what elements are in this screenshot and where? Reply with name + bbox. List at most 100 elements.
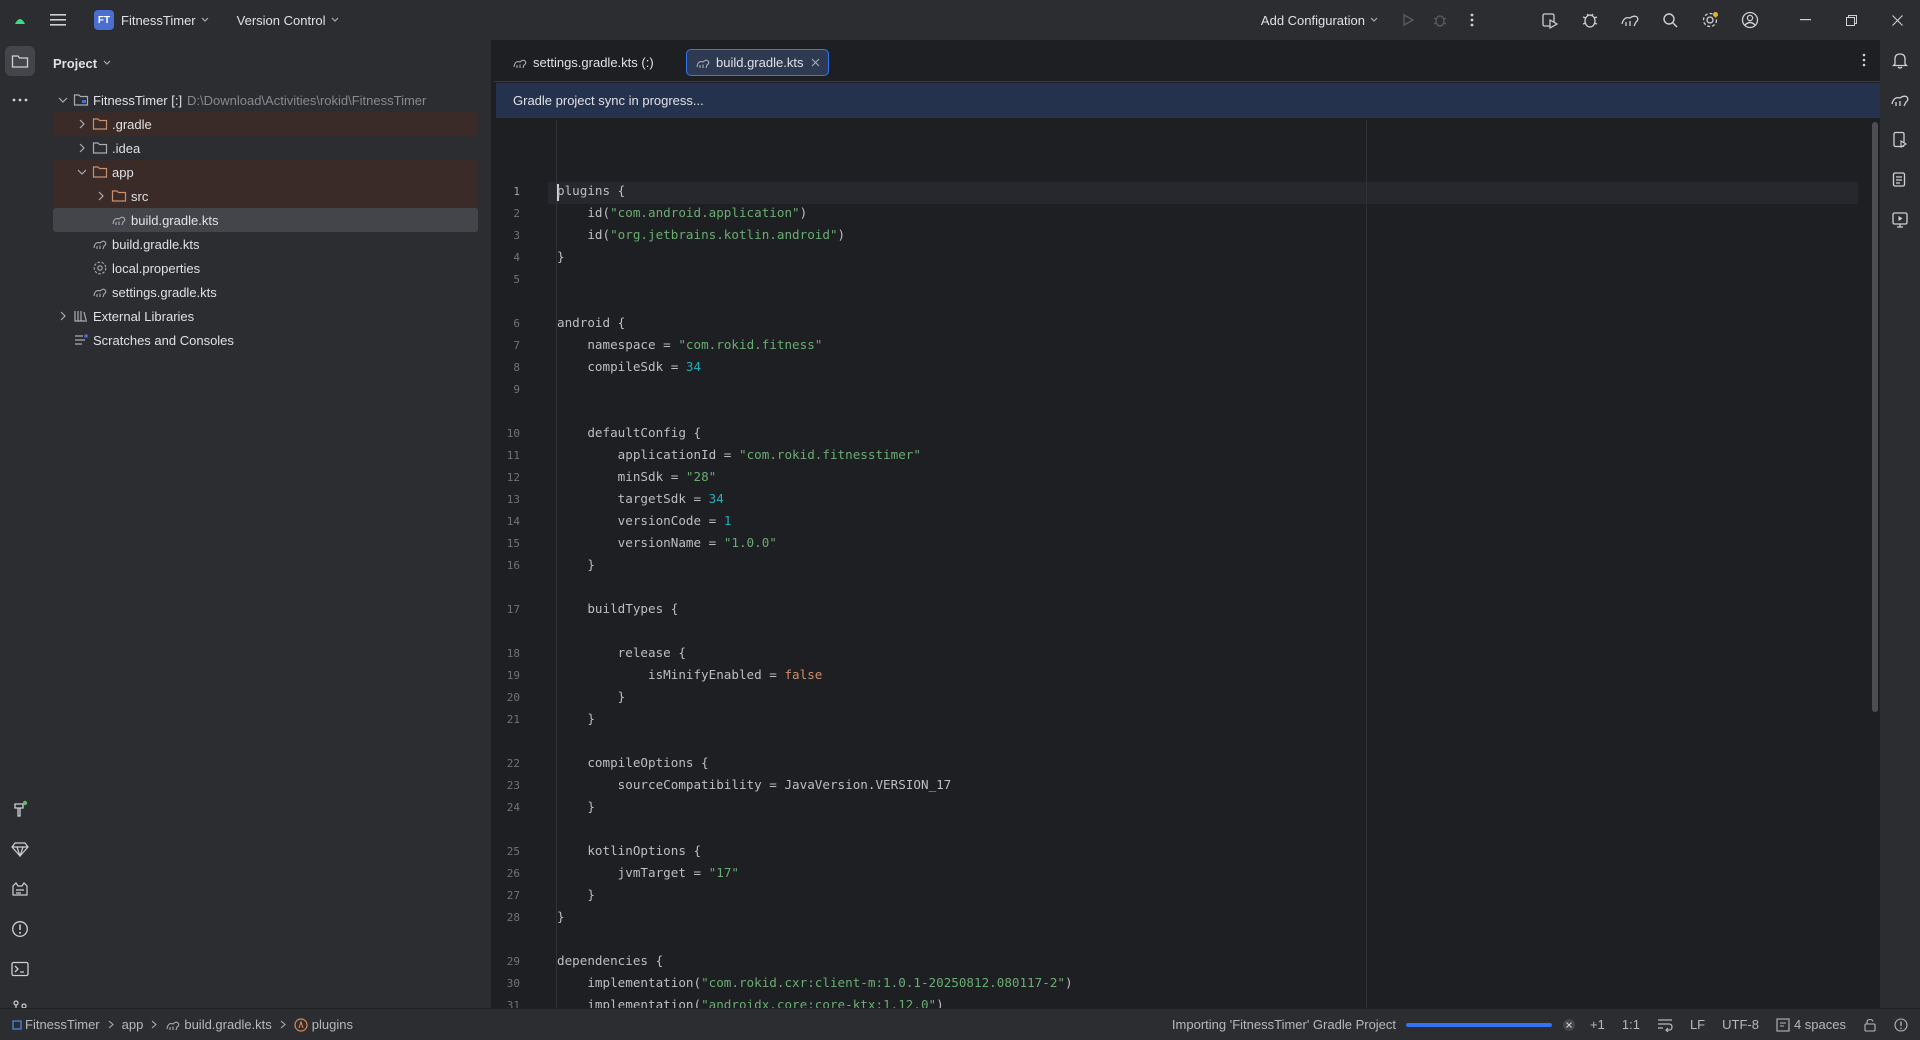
more-actions-icon[interactable] [1456,0,1488,40]
version-control-selector[interactable]: Version Control [237,6,339,34]
gemini-tool-button[interactable] [0,829,40,869]
tree-item-label: FitnessTimer [:] [93,92,183,108]
line-number: 28 [506,911,520,924]
tree-item-app-build-gradle[interactable]: build.gradle.kts [53,208,478,232]
editor-scrollbar[interactable] [1872,122,1878,712]
run-icon[interactable] [1392,0,1424,40]
line-number: 21 [506,713,520,726]
code-line: namespace = "com.rokid.fitness" [557,337,823,352]
code-line: defaultConfig { [557,425,702,440]
tree-item-app-folder[interactable]: app [53,160,478,184]
cancel-task-icon[interactable] [1562,1018,1576,1032]
device-manager-side-icon[interactable] [1880,120,1920,160]
account-icon[interactable] [1730,0,1770,40]
breadcrumb-item[interactable]: plugins [312,1017,353,1032]
line-number: 13 [506,493,520,506]
tree-item-scratches[interactable]: Scratches and Consoles [53,328,478,352]
logcat-tool-button[interactable] [0,869,40,909]
debug-icon[interactable] [1424,0,1456,40]
problems-indicator-icon[interactable] [1894,1017,1908,1032]
problems-tool-button[interactable] [0,909,40,949]
minimize-window-icon[interactable] [1782,0,1828,40]
code-line: compileSdk = 34 [557,359,702,374]
terminal-tool-button[interactable] [0,949,40,989]
indent-settings[interactable]: 4 spaces [1776,1017,1846,1032]
tree-item-root-build-gradle[interactable]: build.gradle.kts [53,232,478,256]
code-line: applicationId = "com.rokid.fitnesstimer" [557,447,921,462]
background-task[interactable]: Importing 'FitnessTimer' Gradle Project [1172,1017,1590,1032]
tree-item-local-properties[interactable]: local.properties [53,256,478,280]
folder-icon [11,55,29,68]
tab-build-gradle[interactable]: build.gradle.kts [686,49,830,76]
line-number: 4 [513,251,520,264]
tree-item-settings-gradle[interactable]: settings.gradle.kts [53,280,478,304]
gradle-tool-icon[interactable] [1880,80,1920,120]
chevron-down-icon[interactable] [74,164,90,180]
restore-window-icon[interactable] [1828,0,1874,40]
tree-item-external-libraries[interactable]: External Libraries [53,304,478,328]
breadcrumb-item[interactable]: FitnessTimer [25,1017,100,1032]
gradle-sync-icon[interactable] [1610,0,1650,40]
tree-item-label: .idea [112,140,141,156]
tree-item-fitnesstimer-root[interactable]: FitnessTimer [:] D:\Download\Activities\… [53,88,478,112]
main-menu-icon[interactable] [40,0,76,40]
running-devices-icon[interactable] [1880,200,1920,240]
line-number: 11 [506,449,520,462]
code-line: android { [557,315,626,330]
title-bar: FT FitnessTimer Version Control Add Conf… [0,0,1920,40]
editor-area: settings.gradle.kts (:) build.gradle.kts… [494,40,1880,1034]
line-number: 16 [506,559,520,572]
code-line: dependencies { [557,953,664,968]
close-tab-icon[interactable] [811,58,820,67]
breadcrumb-item[interactable]: app [122,1017,144,1032]
readonly-lock-icon[interactable] [1863,1018,1877,1032]
tree-item-idea-folder[interactable]: .idea [53,136,478,160]
task-progress-bar [1406,1022,1553,1027]
code-line: } [557,887,595,902]
chevron-right-icon[interactable] [93,188,109,204]
chevron-right-icon[interactable] [74,140,90,156]
code-line: } [557,711,595,726]
extra-tasks-count[interactable]: +1 [1590,1017,1605,1032]
search-icon[interactable] [1650,0,1690,40]
notifications-icon[interactable] [1880,40,1920,80]
settings-gear-icon[interactable] [1690,0,1730,40]
line-number: 20 [506,691,520,704]
project-name: FitnessTimer [121,12,196,28]
tree-item-gradle-folder[interactable]: .gradle [53,112,478,136]
tree-item-label: build.gradle.kts [112,236,200,252]
excluded-folder-icon [92,116,108,132]
more-tool-windows-icon[interactable] [0,80,40,120]
close-window-icon[interactable] [1874,0,1920,40]
tab-settings-gradle[interactable]: settings.gradle.kts (:) [504,49,662,76]
line-number: 3 [513,229,520,242]
device-manager-icon[interactable] [1530,0,1570,40]
project-selector[interactable]: FT FitnessTimer [88,6,215,34]
project-panel-header[interactable]: Project [40,40,491,86]
file-encoding[interactable]: UTF-8 [1722,1017,1759,1032]
gradle-sync-banner: Gradle project sync in progress... [496,83,1880,118]
breadcrumb-item[interactable]: build.gradle.kts [184,1017,271,1032]
device-file-explorer-icon[interactable] [1880,160,1920,200]
line-number: 27 [506,889,520,902]
run-configuration-selector[interactable]: Add Configuration [1261,13,1378,28]
soft-wrap-icon[interactable] [1657,1018,1673,1032]
chevron-right-icon [108,1020,114,1029]
project-tool-button[interactable] [5,46,35,76]
code-line: minSdk = "28" [557,469,717,484]
build-tool-button[interactable] [0,789,40,829]
chevron-right-icon[interactable] [74,116,90,132]
tab-actions-icon[interactable] [1862,53,1866,67]
code-line: isMinifyEnabled = false [557,667,823,682]
caret-position[interactable]: 1:1 [1622,1017,1640,1032]
chevron-right-icon[interactable] [55,308,71,324]
tree-item-label: src [131,188,149,204]
tree-item-src-folder[interactable]: src [53,184,478,208]
code-editor[interactable]: plugins { id("com.android.application") … [548,120,1858,1008]
chevron-down-icon[interactable] [55,92,71,108]
code-line: plugins { [557,183,626,198]
app-inspection-icon[interactable] [1570,0,1610,40]
line-number: 29 [506,955,520,968]
gradle-file-icon [696,59,710,68]
line-separator[interactable]: LF [1690,1017,1705,1032]
